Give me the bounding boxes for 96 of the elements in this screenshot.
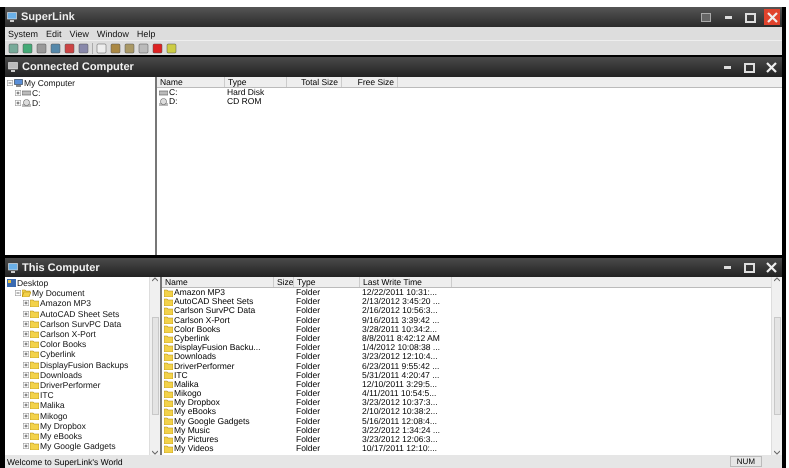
table-cell-text: 3/23/2012 12:06:3... (361, 435, 439, 444)
tree-item[interactable]: Downloads (40, 370, 82, 380)
num-lock-indicator: NUM (730, 456, 762, 467)
tree-item[interactable]: ITC (40, 390, 54, 400)
table-cell-text: Folder (295, 426, 322, 436)
column-header[interactable]: Total Size (287, 77, 342, 87)
table-cell-text: Folder (295, 352, 322, 362)
column-header[interactable]: Name (157, 77, 225, 87)
column-header[interactable]: Last Write Time (360, 277, 452, 287)
table-cell: ITC (162, 370, 274, 380)
tree-item[interactable]: Carlson SurvPC Data (40, 318, 122, 329)
table-cell-text: 5/16/2011 12:08:4... (361, 416, 438, 426)
table-cell-text: 9/16/2011 3:39:42 ... (361, 316, 440, 325)
table-cell-text: Folder (295, 416, 322, 426)
table-cell-text: Folder (295, 343, 322, 352)
table-cell-text: Folder (295, 398, 322, 408)
table-cell-text: Folder (295, 324, 322, 334)
pane-title: Connected Computer (22, 61, 135, 73)
table-cell-text: 2/16/2012 10:56:3... (361, 306, 439, 316)
table-cell-text: Folder (295, 407, 322, 417)
table-cell-text: CD ROM (226, 97, 262, 106)
table-cell-text: 3/22/2012 1:34:24 ... (361, 426, 441, 436)
tree-item[interactable]: My eBooks (40, 430, 82, 441)
tree-item[interactable]: My Google Gadgets (40, 441, 116, 452)
menu-item[interactable]: View (70, 28, 89, 38)
table-cell-text: Folder (295, 297, 322, 306)
tree-item[interactable]: Carlson X-Port (40, 329, 96, 340)
table-cell: Carlson SurvPC Data (162, 306, 274, 316)
tree-item[interactable]: Malika (40, 400, 65, 410)
table-cell: My Dropbox (162, 398, 274, 408)
table-cell-text: 4/11/2011 10:54:5... (361, 389, 438, 398)
table-cell-text: 3/28/2011 10:34:2... (361, 324, 438, 334)
table-cell-text: Folder (295, 435, 322, 444)
table-cell-text: Hard Disk (226, 88, 266, 98)
tree-item[interactable]: My Dropbox (40, 420, 86, 431)
tree-item[interactable]: Mikogo (40, 410, 68, 421)
table-cell: Cyberlink (162, 334, 274, 344)
table-cell: My Videos (162, 444, 274, 454)
table-cell: My Google Gadgets (162, 416, 274, 426)
table-cell: Malika (162, 380, 274, 390)
table-cell: My Pictures (162, 435, 274, 444)
table-cell: DriverPerformer (162, 362, 274, 371)
table-cell-text: 1/4/2012 10:08:38 ... (361, 343, 441, 352)
table-cell: C: (157, 88, 225, 98)
table-cell-text: 10/17/2011 12:10:... (361, 444, 438, 454)
tree-item[interactable]: DriverPerformer (40, 380, 100, 390)
table-cell: D: (157, 97, 225, 106)
table-cell: My eBooks (162, 407, 274, 417)
table-cell-text: Folder (295, 444, 322, 454)
table-cell-text: Folder (295, 316, 322, 325)
table-cell-text: 5/31/2011 4:20:47 ... (361, 370, 440, 380)
table-cell: Amazon MP3 (162, 288, 274, 298)
table-cell: AutoCAD Sheet Sets (162, 297, 274, 306)
window-title: SuperLink (21, 11, 76, 23)
tree-item[interactable]: My Document (32, 288, 84, 298)
table-cell-text: Folder (295, 370, 322, 380)
tree-item[interactable]: Color Books (40, 339, 86, 350)
tree-item[interactable]: Cyberlink (40, 349, 76, 360)
table-cell-text: Folder (295, 389, 322, 398)
table-cell-text: 3/23/2012 10:37:3... (361, 398, 439, 408)
table-cell: Color Books (162, 324, 274, 334)
menu-item[interactable]: Help (136, 28, 156, 38)
tree-item[interactable]: Amazon MP3 (40, 298, 92, 308)
tree-item[interactable]: D: (32, 98, 40, 108)
tree-item[interactable]: C: (32, 88, 40, 98)
column-header[interactable]: Name (162, 277, 274, 287)
table-cell-text: 12/22/2011 10:31:... (361, 288, 438, 298)
table-cell-text: Folder (295, 334, 322, 344)
table-cell: DisplayFusion Backu... (162, 343, 274, 352)
tree-item[interactable]: AutoCAD Sheet Sets (40, 308, 120, 319)
table-cell-text: Folder (295, 362, 322, 371)
table-cell-text: 12/10/2011 3:29:5... (361, 380, 438, 390)
table-cell-text: 2/13/2012 3:45:20 ... (361, 297, 441, 306)
table-cell: Downloads (162, 352, 274, 362)
table-cell-text: Folder (295, 306, 322, 316)
column-header[interactable]: Size (274, 277, 294, 287)
status-message: Welcome to SuperLink's World (7, 456, 124, 466)
column-header[interactable]: Type (225, 77, 287, 87)
column-header[interactable]: Type (294, 277, 360, 287)
table-cell-text: 6/23/2011 9:55:42 ... (361, 362, 440, 371)
column-header[interactable]: Free Size (342, 77, 398, 87)
table-cell: Carlson X-Port (162, 316, 274, 325)
table-cell: My Music (162, 426, 274, 436)
menu-item[interactable]: System (8, 28, 38, 38)
tree-item[interactable]: Desktop (17, 278, 48, 288)
menu-item[interactable]: Window (96, 28, 129, 38)
pane-title: This Computer (22, 262, 101, 274)
tree-item[interactable]: DisplayFusion Backups (40, 360, 128, 370)
table-cell-text: Folder (295, 380, 322, 390)
table-cell-text: 2/10/2012 10:38:2... (361, 407, 439, 417)
table-cell-text: Folder (295, 288, 322, 298)
tree-item[interactable]: My Computer (24, 78, 76, 88)
menu-item[interactable]: Edit (46, 28, 62, 38)
table-cell-text: 8/8/2011 8:42:12 AM (361, 334, 441, 344)
table-cell: Mikogo (162, 389, 274, 398)
table-cell-text: 3/23/2012 12:10:4... (361, 352, 439, 362)
